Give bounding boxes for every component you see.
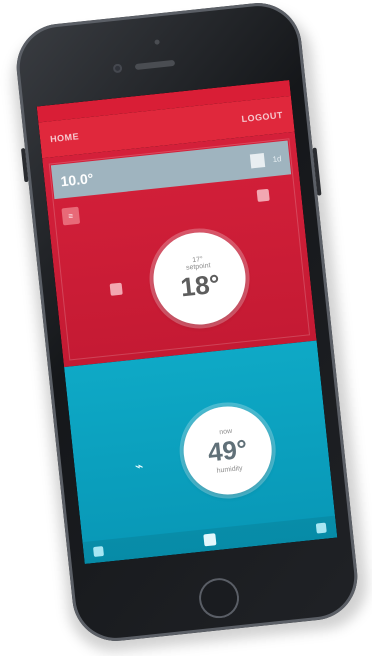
cooling-dial[interactable]: now 49° humidity [179, 402, 277, 499]
front-camera-icon [112, 63, 123, 74]
mode-pill-icon: ≡ [67, 211, 74, 221]
mode-pill[interactable]: ≡ [61, 206, 80, 226]
cooling-dial-sublabel: humidity [216, 464, 243, 475]
nav-left-icon[interactable] [93, 546, 105, 558]
cooling-dial-value: 49° [206, 432, 249, 467]
info-thermometer-icon[interactable] [249, 153, 266, 169]
cooling-zone: ⌁ now 49° humidity [64, 340, 338, 565]
nav-center-icon[interactable] [203, 533, 217, 547]
front-sensor [154, 39, 160, 45]
earpiece-speaker [134, 59, 176, 71]
fan-icon[interactable]: ⌁ [134, 457, 144, 475]
info-secondary: 1d [272, 153, 282, 164]
header-right-button[interactable]: LOGOUT [241, 110, 283, 124]
header-left-button[interactable]: HOME [50, 131, 80, 144]
bottom-nav [82, 515, 338, 565]
app-screen: HOME LOGOUT ≡ 17° setpoint 18° 10.0° 1d … [36, 79, 338, 565]
hot-side-icon[interactable] [109, 282, 123, 296]
nav-right-icon[interactable] [315, 522, 327, 534]
heating-dial-value: 18° [179, 267, 222, 302]
hot-toggle-icon[interactable] [256, 188, 270, 202]
home-button[interactable] [197, 576, 242, 621]
info-temperature: 10.0° [59, 170, 95, 190]
